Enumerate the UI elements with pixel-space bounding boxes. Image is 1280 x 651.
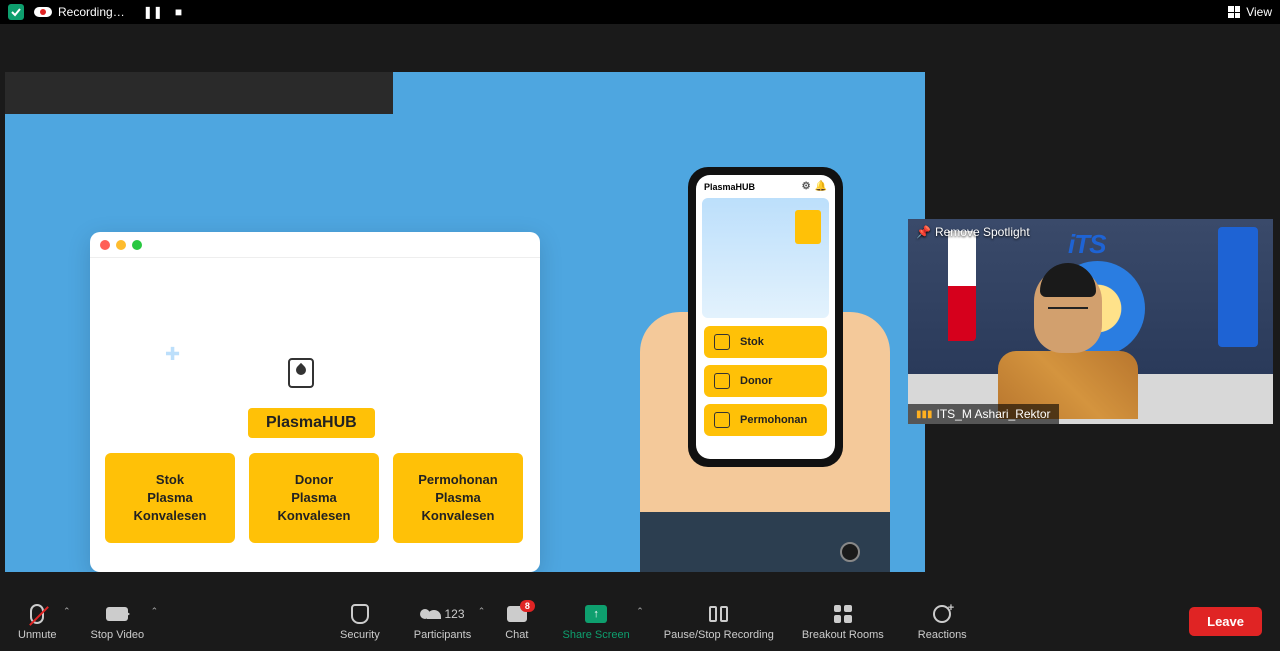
camera-icon xyxy=(106,607,128,621)
donor-icon xyxy=(714,373,730,389)
window-max-icon xyxy=(132,240,142,250)
cuff-button-icon xyxy=(840,542,860,562)
breakout-rooms-button[interactable]: Breakout Rooms xyxy=(802,602,884,641)
chevron-up-icon[interactable]: ⌃ xyxy=(151,606,159,617)
phone-app-title: PlasmaHUB xyxy=(704,182,755,192)
chevron-up-icon[interactable]: ⌃ xyxy=(636,606,644,617)
share-screen-button[interactable]: ↑ Share Screen⌃ xyxy=(562,602,629,641)
stop-video-button[interactable]: Stop Video⌃ xyxy=(91,602,145,641)
signal-icon: ▮▮▮ xyxy=(916,409,933,420)
pause-recording-icon[interactable]: ❚❚ xyxy=(143,5,163,19)
phone-btn-donor: Donor xyxy=(704,365,827,397)
presentation-strip xyxy=(5,72,393,114)
topbar: Recording… ❚❚ ■ View xyxy=(0,0,1280,24)
chevron-up-icon[interactable]: ⌃ xyxy=(478,606,486,617)
shared-screen: ✚ PlasmaHUB StokPlasmaKonvalesen DonorPl… xyxy=(5,72,925,572)
view-button[interactable]: View xyxy=(1228,5,1272,19)
pin-icon: 📌 xyxy=(916,225,931,239)
remove-spotlight-button[interactable]: 📌 Remove Spotlight xyxy=(916,225,1030,239)
participant-name-tag: ▮▮▮ ITS_M Ashari_Rektor xyxy=(908,404,1059,424)
chat-icon: 8 xyxy=(507,606,527,622)
participants-count: 123 xyxy=(444,607,464,621)
unmute-button[interactable]: Unmute⌃ xyxy=(18,602,57,641)
chat-button[interactable]: 8 Chat xyxy=(505,602,528,641)
plus-icon: ✚ xyxy=(165,344,180,365)
phone-btn-stok: Stok xyxy=(704,326,827,358)
phone-mockup: PlasmaHUB ⚙ 🔔 Stok Donor Permohonan xyxy=(688,167,843,467)
smiley-plus-icon xyxy=(933,605,951,623)
pause-stop-icon xyxy=(709,606,728,622)
blue-flag-icon xyxy=(1218,227,1258,347)
card-permohonan: PermohonanPlasmaKonvalesen xyxy=(393,453,523,543)
window-close-icon xyxy=(100,240,110,250)
box-icon xyxy=(714,334,730,350)
card-stok: StokPlasmaKonvalesen xyxy=(105,453,235,543)
browser-mockup: ✚ PlasmaHUB StokPlasmaKonvalesen DonorPl… xyxy=(90,232,540,572)
content-area: ✚ PlasmaHUB StokPlasmaKonvalesen DonorPl… xyxy=(0,24,1280,591)
phone-illustration xyxy=(702,198,829,318)
iv-bag-icon xyxy=(288,358,314,388)
card-donor: DonorPlasmaKonvalesen xyxy=(249,453,379,543)
leave-button[interactable]: Leave xyxy=(1189,607,1262,636)
reactions-button[interactable]: Reactions xyxy=(918,602,967,641)
view-label: View xyxy=(1246,5,1272,19)
grid-icon xyxy=(1228,6,1240,18)
plasmahub-title: PlasmaHUB xyxy=(248,408,375,438)
encryption-shield-icon[interactable] xyxy=(8,4,24,20)
phone-in-hand: PlasmaHUB ⚙ 🔔 Stok Donor Permohonan xyxy=(640,167,890,572)
recording-status-icon xyxy=(34,3,52,21)
chat-badge: 8 xyxy=(520,600,535,612)
share-screen-icon: ↑ xyxy=(585,605,607,623)
gear-icon: ⚙ xyxy=(802,181,811,192)
participants-button[interactable]: 123 Participants⌃ xyxy=(414,602,471,641)
security-button[interactable]: Security xyxy=(340,602,380,641)
meeting-toolbar: Unmute⌃ Stop Video⌃ Security 123 Partici… xyxy=(0,591,1280,651)
speaker-thumbnail[interactable]: iTS 📌 Remove Spotlight ▮▮▮ ITS_M Ashari_… xyxy=(908,219,1273,424)
mic-muted-icon xyxy=(30,604,44,624)
participant-name: ITS_M Ashari_Rektor xyxy=(937,407,1051,421)
chevron-up-icon[interactable]: ⌃ xyxy=(63,606,71,617)
remove-spotlight-label: Remove Spotlight xyxy=(935,225,1030,239)
window-min-icon xyxy=(116,240,126,250)
pause-stop-recording-button[interactable]: Pause/Stop Recording xyxy=(664,602,774,641)
indonesia-flag-icon xyxy=(948,231,976,341)
speaker-avatar xyxy=(998,267,1138,422)
its-logo: iTS xyxy=(1068,229,1105,260)
phone-btn-permohonan: Permohonan xyxy=(704,404,827,436)
recording-status-text: Recording… xyxy=(58,5,125,19)
bell-icon: 🔔 xyxy=(815,181,827,192)
people-icon xyxy=(420,609,441,619)
form-icon xyxy=(714,412,730,428)
breakout-icon xyxy=(834,605,852,623)
shield-icon xyxy=(351,604,369,624)
stop-recording-icon[interactable]: ■ xyxy=(175,5,182,19)
